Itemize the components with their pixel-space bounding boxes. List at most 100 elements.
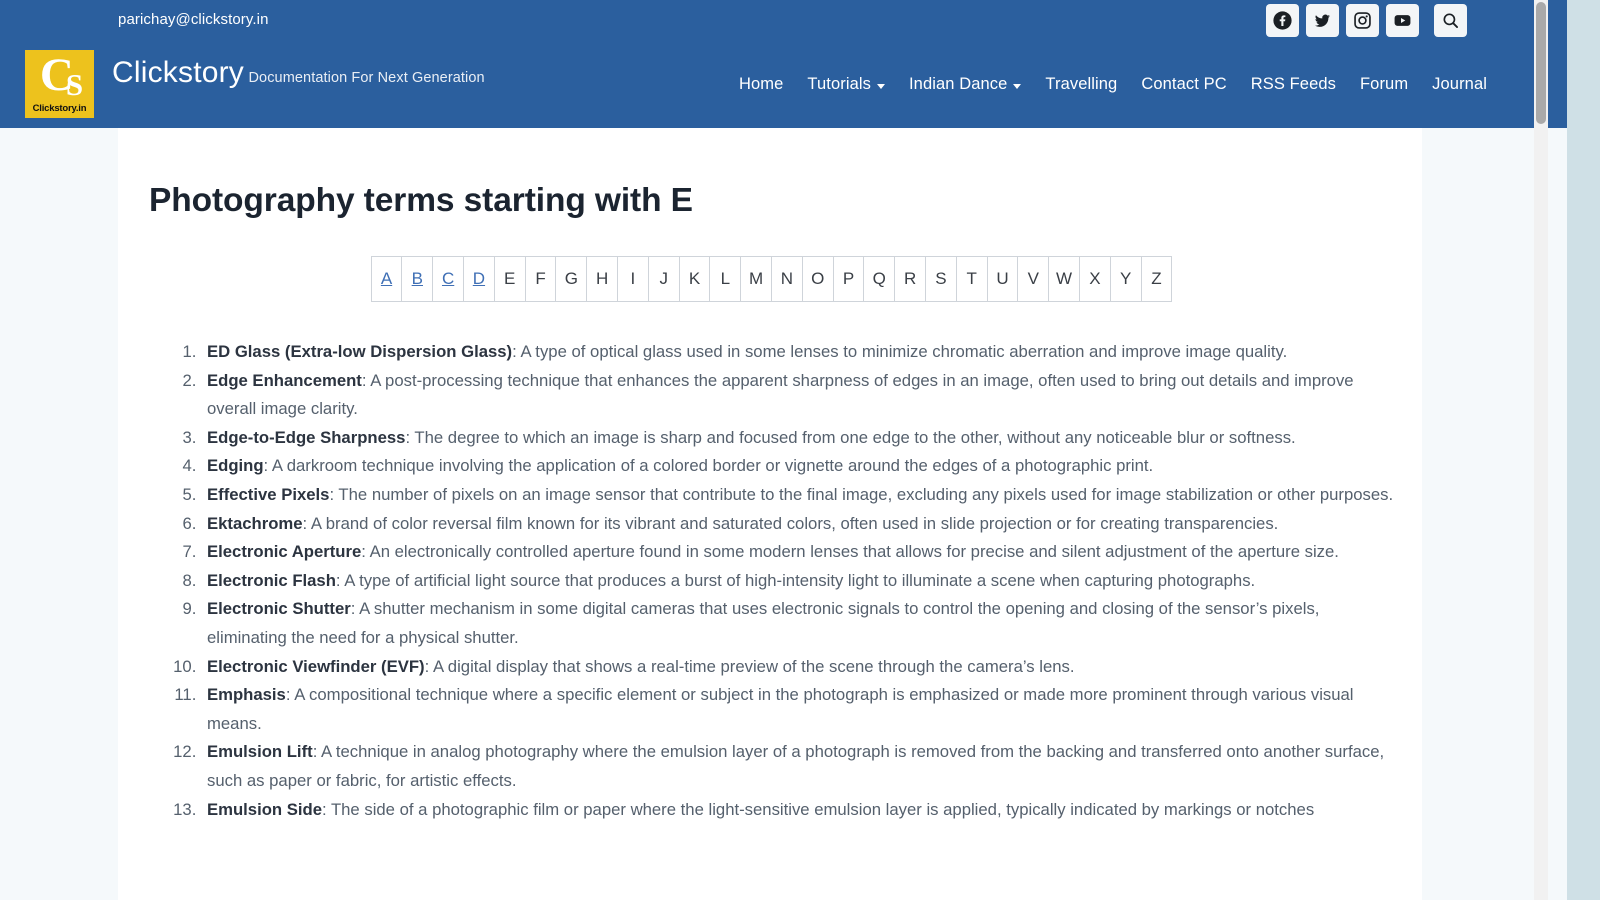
nav-item-indian-dance[interactable]: Indian Dance [897,73,1033,95]
alphabet-cell-L: L [709,256,742,302]
twitter-icon[interactable] [1306,4,1339,37]
term-list-item: Edge Enhancement: A post-processing tech… [201,367,1394,424]
term-name: Ektachrome [207,513,303,533]
alphabet-cell-Q: Q [863,256,896,302]
alphabet-cell-P: P [832,256,865,302]
term-list-item: Edge-to-Edge Sharpness: The degree to wh… [201,424,1394,453]
term-name: Emphasis [207,685,286,705]
nav-item-label: Home [739,75,784,93]
alphabet-cell-B[interactable]: B [401,256,434,302]
nav-item-home[interactable]: Home [727,73,795,95]
alphabet-cell-C[interactable]: C [432,256,465,302]
term-list-item: Electronic Flash: A type of artificial l… [201,567,1394,596]
alphabet-cell-N: N [771,256,803,302]
term-definition: : A compositional technique where a spec… [207,685,1354,733]
term-list-item: Emulsion Lift: A technique in analog pho… [201,738,1394,795]
alphabet-link-C[interactable]: C [442,269,454,288]
nav-item-journal[interactable]: Journal [1420,73,1499,95]
alphabet-cell-S: S [924,256,957,302]
term-name: Electronic Flash [207,570,336,590]
nav-item-label: Contact PC [1141,75,1227,93]
alphabet-cell-W: W [1048,256,1080,302]
clickstory-logo: CS Clickstory.in [25,50,94,118]
term-list-item: ED Glass (Extra-low Dispersion Glass): A… [201,338,1394,367]
alphabet-cell-K: K [678,256,711,302]
terms-list: ED Glass (Extra-low Dispersion Glass): A… [149,338,1394,824]
content-background: Photography terms starting with E A BCDEF… [0,128,1567,900]
term-definition: : The number of pixels on an image senso… [329,484,1394,504]
alphabet-cell-M: M [740,256,772,302]
page-scrollbar-thumb[interactable] [1536,2,1546,124]
alphabet-cell-Y: Y [1109,256,1142,302]
alphabet-cell-G: G [555,256,588,302]
nav-item-label: Travelling [1045,75,1118,93]
nav-item-label: Indian Dance [908,75,1008,93]
alphabet-cell-U: U [986,256,1019,302]
page-scrollbar-track[interactable] [1534,0,1548,900]
logo-caption: Clickstory.in [32,103,87,114]
instagram-icon[interactable] [1346,4,1379,37]
alphabet-cell-X: X [1078,256,1111,302]
nav-item-travelling[interactable]: Travelling [1033,73,1129,95]
facebook-icon[interactable] [1266,4,1299,37]
contact-email[interactable]: parichay@clickstory.in [118,11,269,28]
term-name: Effective Pixels [207,484,330,504]
alphabet-cell-O: O [801,256,834,302]
nav-item-contact-pc[interactable]: Contact PC [1129,73,1238,95]
term-list-item: Edging: A darkroom technique involving t… [201,452,1394,481]
term-name: Edge Enhancement [207,370,362,390]
term-list-item: Electronic Viewfinder (EVF): A digital d… [201,653,1394,682]
alphabet-cell-J: J [647,256,680,302]
social-links [1266,4,1419,37]
nav-item-rss-feeds[interactable]: RSS Feeds [1239,73,1348,95]
term-list-item: Ektachrome: A brand of color reversal fi… [201,510,1394,539]
site-title: Clickstory [112,56,245,89]
site-brand[interactable]: CS Clickstory.in Clickstory Documentatio… [25,50,485,118]
term-list-item: Effective Pixels: The number of pixels o… [201,481,1394,510]
term-name: ED Glass (Extra-low Dispersion Glass) [207,342,513,361]
alphabet-link-D[interactable]: D [473,269,485,288]
alphabet-cell-H: H [586,256,619,302]
alphabet-link-A[interactable]: A [381,269,392,288]
chevron-down-icon [876,83,885,89]
nav-item-label: Journal [1432,75,1487,93]
youtube-icon[interactable] [1386,4,1419,37]
term-name: Emulsion Side [207,799,322,819]
term-definition: : The degree to which an image is sharp … [405,427,1296,447]
term-list-item: Electronic Shutter: A shutter mechanism … [201,595,1394,652]
term-list-item: Emphasis: A compositional technique wher… [201,681,1394,738]
alphabet-cell-A[interactable]: A [370,256,403,302]
search-icon[interactable] [1434,4,1467,37]
alphabet-cell-D[interactable]: D [463,256,495,302]
alphabet-link-B[interactable]: B [412,269,423,288]
window-gutter [1581,0,1600,900]
term-name: Emulsion Lift [207,742,313,762]
page-canvas: parichay@clickstory.in CS Clickstory.in … [0,0,1567,900]
term-definition: : A type of artificial light source that… [335,570,1256,590]
term-definition: : The side of a photographic film or pap… [321,799,1315,819]
nav-item-tutorials[interactable]: Tutorials [795,73,897,95]
page-title: Photography terms starting with E [149,182,693,219]
browser-viewport: parichay@clickstory.in CS Clickstory.in … [0,0,1600,900]
primary-nav: Home Tutorials Indian Dance Travelling Conta… [727,73,1499,95]
term-name: Edge-to-Edge Sharpness [207,427,406,447]
alphabet-cell-F: F [524,256,557,302]
term-definition: : A digital display that shows a real-ti… [424,656,1075,676]
nav-item-forum[interactable]: Forum [1348,73,1420,95]
chevron-down-icon [1013,83,1022,89]
term-definition: : A technique in analog photography wher… [207,742,1385,790]
alphabet-cell-R: R [894,256,926,302]
alphabet-cell-V: V [1017,256,1050,302]
nav-item-label: Forum [1360,75,1409,93]
alphabet-table: A BCDEFGHIJKLMNOPQRSTUVWXYZ [370,256,1173,302]
nav-item-label: Tutorials [807,75,871,93]
term-definition: : A type of optical glass used in some l… [512,342,1288,361]
term-definition: : A darkroom technique involving the app… [263,456,1154,476]
utility-topbar: parichay@clickstory.in [0,0,1567,41]
term-list-item: Electronic Aperture: An electronically c… [201,538,1394,567]
term-definition: : A post-processing technique that enhan… [207,370,1354,419]
term-definition: : An electronically controlled aperture … [361,542,1339,562]
term-definition: : A brand of color reversal film known f… [302,513,1279,533]
term-list-item: Emulsion Side: The side of a photographi… [201,796,1394,825]
site-tagline: Documentation For Next Generation [248,70,485,86]
